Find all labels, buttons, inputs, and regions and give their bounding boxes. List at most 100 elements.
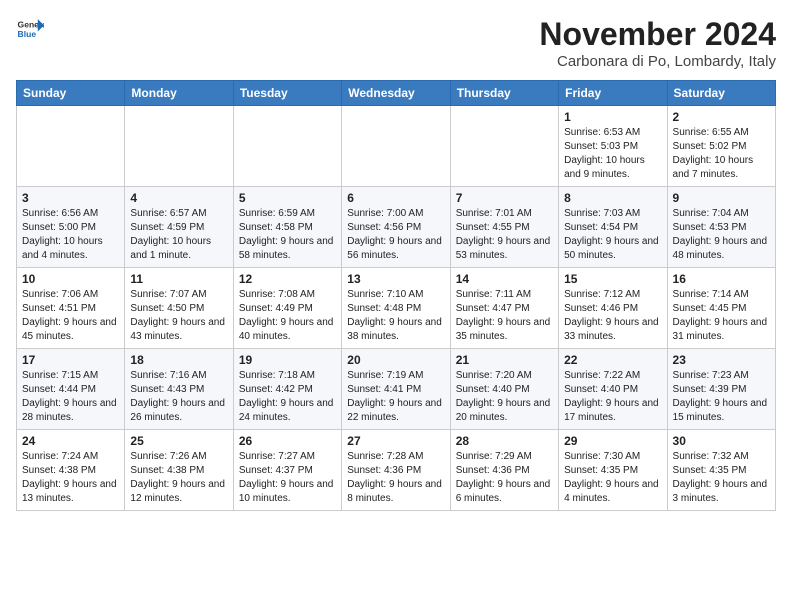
day-info: Sunrise: 7:01 AM Sunset: 4:55 PM Dayligh…	[456, 207, 553, 263]
day-info: Sunrise: 6:59 AM Sunset: 4:58 PM Dayligh…	[239, 207, 336, 263]
calendar-cell: 8 Sunrise: 7:03 AM Sunset: 4:54 PM Daylig…	[559, 187, 667, 268]
day-info: Sunrise: 7:20 AM Sunset: 4:40 PM Dayligh…	[456, 369, 553, 425]
weekday-tuesday: Tuesday	[233, 81, 341, 106]
weekday-wednesday: Wednesday	[342, 81, 450, 106]
day-info: Sunrise: 7:26 AM Sunset: 4:38 PM Dayligh…	[130, 450, 227, 506]
calendar-cell: 10 Sunrise: 7:06 AM Sunset: 4:51 PM Dayli…	[17, 268, 125, 349]
weekday-thursday: Thursday	[450, 81, 558, 106]
day-info: Sunrise: 7:08 AM Sunset: 4:49 PM Dayligh…	[239, 288, 336, 344]
day-info: Sunrise: 7:16 AM Sunset: 4:43 PM Dayligh…	[130, 369, 227, 425]
day-info: Sunrise: 7:27 AM Sunset: 4:37 PM Dayligh…	[239, 450, 336, 506]
calendar-cell: 9 Sunrise: 7:04 AM Sunset: 4:53 PM Daylig…	[667, 187, 775, 268]
day-number: 29	[564, 434, 661, 448]
day-number: 16	[673, 272, 770, 286]
day-number: 18	[130, 353, 227, 367]
calendar-table: SundayMondayTuesdayWednesdayThursdayFrid…	[16, 80, 776, 511]
calendar-cell: 1Sunrise: 6:53 AM Sunset: 5:03 PM Daylig…	[559, 106, 667, 187]
day-number: 4	[130, 191, 227, 205]
day-number: 3	[22, 191, 119, 205]
day-number: 20	[347, 353, 444, 367]
calendar-week-1: 1Sunrise: 6:53 AM Sunset: 5:03 PM Daylig…	[17, 106, 776, 187]
calendar-cell: 22Sunrise: 7:22 AM Sunset: 4:40 PM Dayli…	[559, 349, 667, 430]
calendar-cell: 4 Sunrise: 6:57 AM Sunset: 4:59 PM Daylig…	[125, 187, 233, 268]
calendar-cell: 5 Sunrise: 6:59 AM Sunset: 4:58 PM Daylig…	[233, 187, 341, 268]
day-number: 28	[456, 434, 553, 448]
day-info: Sunrise: 7:19 AM Sunset: 4:41 PM Dayligh…	[347, 369, 444, 425]
calendar-week-2: 3 Sunrise: 6:56 AM Sunset: 5:00 PM Daylig…	[17, 187, 776, 268]
day-info: Sunrise: 7:06 AM Sunset: 4:51 PM Dayligh…	[22, 288, 119, 344]
calendar-cell: 15 Sunrise: 7:12 AM Sunset: 4:46 PM Dayli…	[559, 268, 667, 349]
calendar-cell	[450, 106, 558, 187]
day-info: Sunrise: 7:04 AM Sunset: 4:53 PM Dayligh…	[673, 207, 770, 263]
day-number: 26	[239, 434, 336, 448]
day-number: 2	[673, 110, 770, 124]
location: Carbonara di Po, Lombardy, Italy	[539, 53, 776, 70]
day-number: 12	[239, 272, 336, 286]
day-number: 27	[347, 434, 444, 448]
logo-icon: General Blue	[16, 16, 44, 44]
day-info: Sunrise: 7:07 AM Sunset: 4:50 PM Dayligh…	[130, 288, 227, 344]
day-number: 8	[564, 191, 661, 205]
day-info: Sunrise: 7:00 AM Sunset: 4:56 PM Dayligh…	[347, 207, 444, 263]
day-info: Sunrise: 7:24 AM Sunset: 4:38 PM Dayligh…	[22, 450, 119, 506]
day-number: 15	[564, 272, 661, 286]
calendar-cell: 7 Sunrise: 7:01 AM Sunset: 4:55 PM Daylig…	[450, 187, 558, 268]
day-info: Sunrise: 6:55 AM Sunset: 5:02 PM Dayligh…	[673, 126, 770, 182]
calendar-cell: 30 Sunrise: 7:32 AM Sunset: 4:35 PM Dayli…	[667, 430, 775, 511]
day-number: 21	[456, 353, 553, 367]
day-info: Sunrise: 7:03 AM Sunset: 4:54 PM Dayligh…	[564, 207, 661, 263]
day-number: 9	[673, 191, 770, 205]
day-number: 5	[239, 191, 336, 205]
day-number: 10	[22, 272, 119, 286]
calendar-cell: 21 Sunrise: 7:20 AM Sunset: 4:40 PM Dayli…	[450, 349, 558, 430]
calendar-cell: 25 Sunrise: 7:26 AM Sunset: 4:38 PM Dayli…	[125, 430, 233, 511]
title-block: November 2024 Carbonara di Po, Lombardy,…	[539, 16, 776, 70]
day-info: Sunrise: 7:22 AM Sunset: 4:40 PM Dayligh…	[564, 369, 661, 425]
month-title: November 2024	[539, 16, 776, 53]
calendar-cell: 3 Sunrise: 6:56 AM Sunset: 5:00 PM Daylig…	[17, 187, 125, 268]
calendar-cell	[233, 106, 341, 187]
day-number: 30	[673, 434, 770, 448]
calendar-cell: 2 Sunrise: 6:55 AM Sunset: 5:02 PM Daylig…	[667, 106, 775, 187]
weekday-saturday: Saturday	[667, 81, 775, 106]
day-info: Sunrise: 7:18 AM Sunset: 4:42 PM Dayligh…	[239, 369, 336, 425]
day-number: 24	[22, 434, 119, 448]
calendar-cell: 13 Sunrise: 7:10 AM Sunset: 4:48 PM Dayli…	[342, 268, 450, 349]
calendar-cell: 11Sunrise: 7:07 AM Sunset: 4:50 PM Dayli…	[125, 268, 233, 349]
calendar-cell: 24 Sunrise: 7:24 AM Sunset: 4:38 PM Dayli…	[17, 430, 125, 511]
calendar-cell: 16Sunrise: 7:14 AM Sunset: 4:45 PM Dayli…	[667, 268, 775, 349]
calendar-week-3: 10 Sunrise: 7:06 AM Sunset: 4:51 PM Dayli…	[17, 268, 776, 349]
day-number: 13	[347, 272, 444, 286]
day-info: Sunrise: 7:12 AM Sunset: 4:46 PM Dayligh…	[564, 288, 661, 344]
day-info: Sunrise: 7:23 AM Sunset: 4:39 PM Dayligh…	[673, 369, 770, 425]
calendar-cell	[342, 106, 450, 187]
day-info: Sunrise: 6:57 AM Sunset: 4:59 PM Dayligh…	[130, 207, 227, 263]
day-number: 25	[130, 434, 227, 448]
calendar-cell: 6 Sunrise: 7:00 AM Sunset: 4:56 PM Daylig…	[342, 187, 450, 268]
calendar-cell: 29 Sunrise: 7:30 AM Sunset: 4:35 PM Dayli…	[559, 430, 667, 511]
calendar-cell: 27 Sunrise: 7:28 AM Sunset: 4:36 PM Dayli…	[342, 430, 450, 511]
page-header: General Blue November 2024 Carbonara di …	[16, 16, 776, 70]
weekday-sunday: Sunday	[17, 81, 125, 106]
day-number: 1	[564, 110, 661, 124]
day-info: Sunrise: 7:32 AM Sunset: 4:35 PM Dayligh…	[673, 450, 770, 506]
day-number: 7	[456, 191, 553, 205]
calendar-cell: 17Sunrise: 7:15 AM Sunset: 4:44 PM Dayli…	[17, 349, 125, 430]
logo: General Blue	[16, 16, 44, 44]
day-info: Sunrise: 6:56 AM Sunset: 5:00 PM Dayligh…	[22, 207, 119, 263]
day-info: Sunrise: 7:28 AM Sunset: 4:36 PM Dayligh…	[347, 450, 444, 506]
day-info: Sunrise: 7:29 AM Sunset: 4:36 PM Dayligh…	[456, 450, 553, 506]
day-number: 6	[347, 191, 444, 205]
calendar-cell	[125, 106, 233, 187]
day-number: 14	[456, 272, 553, 286]
day-info: Sunrise: 7:10 AM Sunset: 4:48 PM Dayligh…	[347, 288, 444, 344]
day-info: Sunrise: 7:30 AM Sunset: 4:35 PM Dayligh…	[564, 450, 661, 506]
svg-text:Blue: Blue	[18, 29, 37, 39]
calendar-cell	[17, 106, 125, 187]
calendar-body: 1Sunrise: 6:53 AM Sunset: 5:03 PM Daylig…	[17, 106, 776, 511]
calendar-cell: 18 Sunrise: 7:16 AM Sunset: 4:43 PM Dayli…	[125, 349, 233, 430]
day-number: 19	[239, 353, 336, 367]
day-number: 23	[673, 353, 770, 367]
day-info: Sunrise: 7:11 AM Sunset: 4:47 PM Dayligh…	[456, 288, 553, 344]
calendar-week-5: 24 Sunrise: 7:24 AM Sunset: 4:38 PM Dayli…	[17, 430, 776, 511]
